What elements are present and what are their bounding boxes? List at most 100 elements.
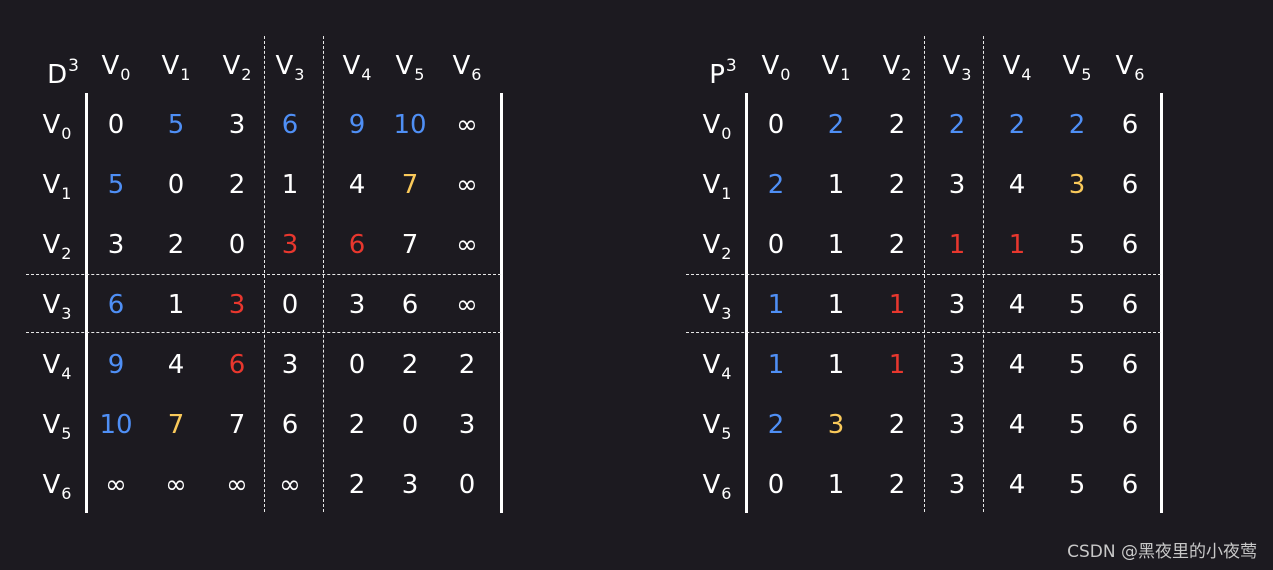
matrix-p-corner-label: P3 [709,56,737,90]
matrix-cell: 6 [281,110,299,140]
matrix-cell: 2 [888,110,906,140]
matrix-cell: 5 [1068,290,1086,320]
matrix-cell: 1 [827,230,845,260]
row-header-v5: V5 [42,410,72,443]
column-header-v0: V0 [761,51,791,84]
matrix-cell: 1 [167,290,185,320]
matrix-cell: 1 [827,470,845,500]
matrix-cell: 6 [348,230,366,260]
matrix-cell: 2 [348,410,366,440]
matrix-cell: 4 [1008,170,1026,200]
column-header-v0: V0 [101,51,131,84]
matrix-cell: 5 [1068,350,1086,380]
row-header-v4: V4 [42,350,72,383]
matrix-cell: 6 [107,290,125,320]
matrix-cell: 2 [767,170,785,200]
matrix-cell: ∞ [456,230,478,260]
matrix-cell: 3 [458,410,476,440]
matrix-cell: 6 [1121,290,1139,320]
matrix-cell: 6 [281,410,299,440]
row-header-v6: V6 [42,470,72,503]
matrix-cell: 3 [281,350,299,380]
matrix-cell: 3 [948,170,966,200]
matrix-cell: 10 [393,110,427,140]
matrix-cell: 1 [827,290,845,320]
row-header-v6: V6 [702,470,732,503]
matrix-cell: 2 [348,470,366,500]
matrix-cell: 1 [888,290,906,320]
matrix-cell: 7 [401,170,419,200]
matrix-cell: 3 [228,110,246,140]
matrix-cell: 2 [888,470,906,500]
matrix-cell: 3 [948,410,966,440]
matrix-cell: 3 [948,470,966,500]
matrix-cell: 0 [458,470,476,500]
row-header-v4: V4 [702,350,732,383]
matrix-cell: 6 [1121,230,1139,260]
column-header-v5: V5 [1062,51,1092,84]
column-header-v2: V2 [222,51,252,84]
matrix-cell: 6 [1121,110,1139,140]
matrix-cell: 2 [1008,110,1026,140]
matrix-cell: ∞ [456,110,478,140]
matrix-cell: 1 [281,170,299,200]
matrix-cell: 2 [827,110,845,140]
matrix-cell: 2 [888,410,906,440]
matrix-cell: 4 [1008,290,1026,320]
matrix-cell: 0 [767,470,785,500]
matrix-cell: 2 [888,230,906,260]
matrix-right-bracket [1160,93,1163,513]
column-header-v1: V1 [821,51,851,84]
distance-matrix-d3: D3 V0 V1 V2 V3 V4 V5 V6 V0 V1 V2 V3 V4 V5 V6 0 5 3 6 9 10 ∞ 5 0… [0,0,503,520]
matrix-cell: ∞ [456,290,478,320]
matrix-cell: 3 [948,350,966,380]
matrix-cell: 3 [1068,170,1086,200]
matrix-cell: 5 [1068,410,1086,440]
matrix-cell: 6 [401,290,419,320]
matrix-cell: 2 [888,170,906,200]
matrix-cell: 10 [99,410,133,440]
row-header-v3: V3 [702,290,732,323]
column-header-v5: V5 [395,51,425,84]
column-header-v6: V6 [452,51,482,84]
column-header-v3: V3 [942,51,972,84]
row-header-v1: V1 [702,170,732,203]
matrix-cell: 4 [348,170,366,200]
matrix-cell: 3 [948,290,966,320]
matrix-cell: 6 [1121,470,1139,500]
matrix-cell: 2 [948,110,966,140]
matrix-right-bracket [500,93,503,513]
matrix-cell: ∞ [165,470,187,500]
column-header-v2: V2 [882,51,912,84]
matrix-cell: 3 [107,230,125,260]
matrix-cell: 2 [767,410,785,440]
matrix-cell: ∞ [456,170,478,200]
matrix-cell: ∞ [226,470,248,500]
column-header-v4: V4 [342,51,372,84]
matrix-cell: 4 [167,350,185,380]
matrix-left-bracket [85,93,88,513]
matrix-cell: 0 [107,110,125,140]
matrix-cell: 0 [767,230,785,260]
matrix-cell: 3 [401,470,419,500]
matrix-d-corner-label: D3 [47,56,79,90]
matrix-cell: 6 [228,350,246,380]
matrix-cell: 6 [1121,350,1139,380]
matrix-cell: 5 [1068,470,1086,500]
matrix-cell: 5 [167,110,185,140]
column-header-v3: V3 [275,51,305,84]
row-header-v5: V5 [702,410,732,443]
horizontal-divider-dashed [686,332,1161,333]
matrix-cell: 2 [458,350,476,380]
horizontal-divider-dashed [26,274,501,275]
matrix-cell: 3 [827,410,845,440]
row-header-v0: V0 [702,110,732,143]
row-header-v2: V2 [702,230,732,263]
row-header-v3: V3 [42,290,72,323]
matrix-cell: 4 [1008,350,1026,380]
matrix-cell: ∞ [279,470,301,500]
matrix-cell: 7 [401,230,419,260]
matrix-cell: 4 [1008,470,1026,500]
matrix-cell: 5 [107,170,125,200]
matrix-cell: 0 [767,110,785,140]
